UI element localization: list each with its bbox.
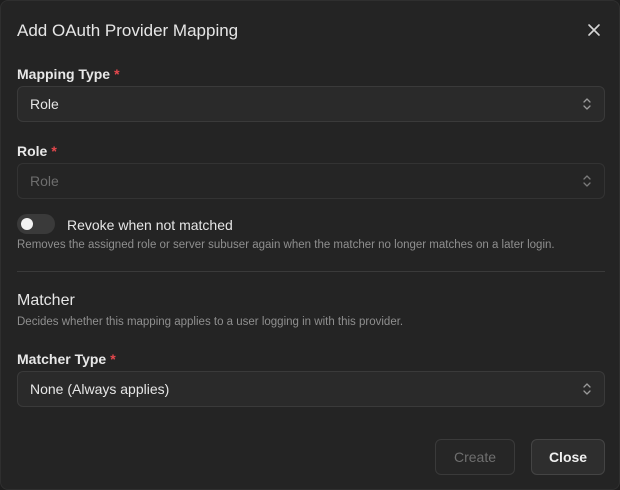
role-select[interactable]: Role bbox=[17, 163, 605, 199]
mapping-type-label: Mapping Type * bbox=[17, 66, 120, 82]
mapping-type-label-text: Mapping Type bbox=[17, 66, 111, 82]
required-mark: * bbox=[114, 66, 120, 82]
required-mark: * bbox=[110, 351, 116, 367]
role-label-text: Role bbox=[17, 143, 48, 159]
dialog-title: Add OAuth Provider Mapping bbox=[17, 21, 239, 40]
matcher-type-value: None (Always applies) bbox=[30, 381, 170, 397]
required-mark: * bbox=[51, 143, 57, 159]
section-divider bbox=[17, 271, 605, 272]
create-button[interactable]: Create bbox=[435, 439, 515, 475]
chevron-up-down-icon bbox=[583, 383, 591, 395]
close-button[interactable]: Close bbox=[531, 439, 605, 475]
oauth-mapping-dialog: Add OAuth Provider Mapping Mapping Type *… bbox=[0, 0, 620, 490]
chevron-up-down-icon bbox=[583, 175, 591, 187]
close-icon[interactable] bbox=[583, 19, 605, 41]
mapping-type-select[interactable]: Role bbox=[17, 86, 605, 122]
revoke-description: Removes the assigned role or server subu… bbox=[17, 239, 555, 251]
matcher-type-label-text: Matcher Type bbox=[17, 351, 107, 367]
role-label: Role * bbox=[17, 143, 57, 159]
matcher-type-label: Matcher Type * bbox=[17, 351, 116, 367]
revoke-toggle-label: Revoke when not matched bbox=[67, 217, 233, 233]
matcher-section-description: Decides whether this mapping applies to … bbox=[17, 316, 404, 328]
mapping-type-value: Role bbox=[30, 96, 59, 112]
toggle-knob bbox=[21, 218, 33, 230]
role-placeholder: Role bbox=[30, 173, 59, 189]
revoke-toggle[interactable] bbox=[17, 214, 55, 234]
matcher-type-select[interactable]: None (Always applies) bbox=[17, 371, 605, 407]
chevron-up-down-icon bbox=[583, 98, 591, 110]
matcher-section-title: Matcher bbox=[17, 292, 75, 309]
